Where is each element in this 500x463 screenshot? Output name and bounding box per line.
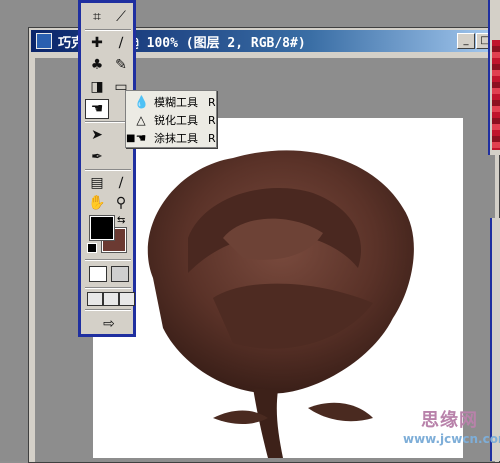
screen-mode-standard-button[interactable]	[87, 292, 103, 306]
toolbox-divider	[85, 29, 131, 31]
blur-tool-label: 模糊工具	[154, 96, 198, 109]
selected-bullet-icon: ■	[126, 132, 136, 144]
blur-tool-item[interactable]: 💧 模糊工具 R	[126, 93, 216, 111]
zoom-tool-icon[interactable]: ⚲	[109, 193, 133, 213]
history-brush-icon[interactable]: ✎	[109, 55, 133, 75]
watermark-title: 思缘网	[421, 410, 478, 431]
watermark-logo: 思缘网 www.jcwcn.com	[395, 400, 500, 458]
smudge-tool-item[interactable]: ■ ☚ 涂抹工具 R	[126, 129, 216, 147]
pen-tool-icon[interactable]: ✒	[85, 147, 109, 167]
tool-flyout-menu[interactable]: 💧 模糊工具 R △ 锐化工具 R ■ ☚ 涂抹工具 R	[125, 90, 217, 148]
sharpen-triangle-icon: △	[136, 113, 146, 127]
sharpen-tool-shortcut: R	[208, 113, 216, 127]
smudge-finger-icon: ☚	[135, 131, 147, 145]
toolbox-panel[interactable]: ⌗ ⟋ ✚ ∕ ♣ ✎ ◨ ▭ ☚ ➤ ✒ ▤ ∕ ✋ ⚲ ⇆ ⇨	[78, 0, 136, 337]
toolbox-divider	[85, 309, 131, 311]
clone-stamp-icon[interactable]: ♣	[85, 55, 109, 75]
toolbox-divider	[85, 287, 131, 289]
watermark-url: www.jcwcn.com	[403, 432, 500, 446]
smudge-tool-label: 涂抹工具	[154, 132, 198, 145]
toolbox-divider	[85, 169, 131, 171]
eyedropper-tool-icon[interactable]: ∕	[109, 173, 133, 193]
blur-tool-shortcut: R	[208, 95, 216, 109]
crop-tool-icon[interactable]: ⌗	[85, 7, 109, 27]
jump-to-imageready-icon[interactable]: ⇨	[95, 314, 123, 334]
sharpen-tool-item[interactable]: △ 锐化工具 R	[126, 111, 216, 129]
quick-mask-button[interactable]	[111, 266, 129, 282]
brush-tool-icon[interactable]: ∕	[109, 33, 133, 53]
minimize-button[interactable]: _	[457, 33, 475, 49]
foreground-color-swatch[interactable]	[89, 215, 115, 241]
smudge-tool-shortcut: R	[208, 131, 216, 145]
swatches-panel-edge[interactable]	[488, 0, 500, 155]
screen-mode-full-menu-button[interactable]	[103, 292, 119, 306]
document-icon	[36, 33, 52, 49]
smudge-tool-icon[interactable]: ☚	[85, 99, 109, 119]
notes-tool-icon[interactable]: ▤	[85, 173, 109, 193]
healing-brush-icon[interactable]: ✚	[85, 33, 109, 53]
workspace: 巧克...ed @ 100% (图层 2, RGB/8#) _ □ ⌗ ⟋ ✚ …	[0, 0, 500, 463]
color-swatches[interactable]	[492, 40, 500, 150]
default-colors-icon[interactable]	[87, 243, 97, 253]
swap-colors-icon[interactable]: ⇆	[117, 215, 125, 226]
screen-mode-full-button[interactable]	[119, 292, 135, 306]
toolbox-divider	[85, 259, 131, 261]
sharpen-tool-label: 锐化工具	[154, 114, 198, 127]
standard-mode-button[interactable]	[89, 266, 107, 282]
slice-tool-icon[interactable]: ⟋	[109, 7, 133, 27]
eraser-tool-icon[interactable]: ◨	[85, 77, 109, 97]
hand-tool-icon[interactable]: ✋	[85, 193, 109, 213]
path-select-icon[interactable]: ➤	[85, 125, 109, 145]
blur-drop-icon: 💧	[134, 95, 149, 109]
